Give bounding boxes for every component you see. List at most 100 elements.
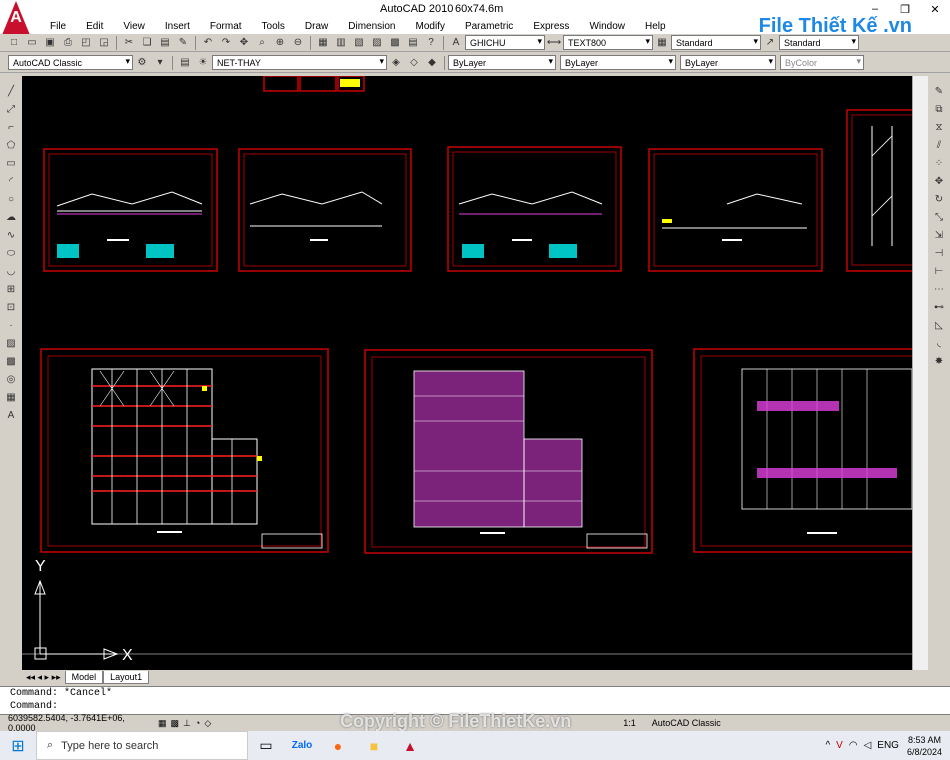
properties-icon[interactable]: ▦: [315, 35, 331, 51]
multileader-style-select[interactable]: Standard: [779, 35, 859, 50]
pan-icon[interactable]: ✥: [236, 35, 252, 51]
ellipse-icon[interactable]: ⬭: [3, 245, 19, 261]
offset-icon[interactable]: ⫽: [931, 137, 947, 153]
text-style-icon[interactable]: A: [448, 35, 464, 51]
multileader-style-icon[interactable]: ↗: [762, 35, 778, 51]
dim-style-icon[interactable]: ⟷: [546, 35, 562, 51]
close-button[interactable]: ✕: [920, 0, 950, 18]
layer-manager-icon[interactable]: ▤: [177, 55, 193, 71]
new-file-icon[interactable]: □: [6, 35, 22, 51]
table-icon[interactable]: ▦: [3, 389, 19, 405]
zoom-window-icon[interactable]: ⊕: [272, 35, 288, 51]
taskbar-search[interactable]: ⌕ Type here to search: [36, 731, 248, 760]
undo-icon[interactable]: ↶: [200, 35, 216, 51]
tab-model[interactable]: Model: [64, 670, 104, 684]
grid-icon[interactable]: ▩: [171, 718, 180, 729]
tool-palettes-icon[interactable]: ▧: [351, 35, 367, 51]
firefox-icon[interactable]: ●: [320, 731, 356, 760]
erase-icon[interactable]: ✎: [931, 83, 947, 99]
region-icon[interactable]: ◎: [3, 371, 19, 387]
layer-select[interactable]: NET-THAY: [212, 55, 387, 70]
preview-icon[interactable]: ◰: [78, 35, 94, 51]
arc-icon[interactable]: ◜: [3, 173, 19, 189]
tab-layout1[interactable]: Layout1: [103, 670, 150, 684]
dim-style-select[interactable]: TEXT800: [563, 35, 653, 50]
menu-window[interactable]: Window: [579, 21, 635, 32]
rotate-icon[interactable]: ↻: [931, 191, 947, 207]
move-icon[interactable]: ✥: [931, 173, 947, 189]
chamfer-icon[interactable]: ◺: [931, 317, 947, 333]
calculator-icon[interactable]: ▤: [405, 35, 421, 51]
spline-icon[interactable]: ∿: [3, 227, 19, 243]
polyline-icon[interactable]: ⌐: [3, 119, 19, 135]
autocad-taskbar-icon[interactable]: ▲: [392, 731, 428, 760]
workspace-status[interactable]: AutoCAD Classic: [652, 718, 721, 728]
line-icon[interactable]: ╱: [3, 83, 19, 99]
drawing-canvas[interactable]: Y X: [22, 76, 912, 670]
zalo-icon[interactable]: Zalo: [284, 731, 320, 760]
open-file-icon[interactable]: ▭: [24, 35, 40, 51]
tab-nav-icon[interactable]: ◂◂ ◂ ▸ ▸▸: [22, 672, 65, 683]
menu-file[interactable]: File: [40, 21, 76, 32]
menu-view[interactable]: View: [113, 21, 155, 32]
menu-edit[interactable]: Edit: [76, 21, 113, 32]
menu-parametric[interactable]: Parametric: [455, 21, 523, 32]
publish-icon[interactable]: ◲: [96, 35, 112, 51]
markup-icon[interactable]: ▩: [387, 35, 403, 51]
taskbar-clock[interactable]: 8:53 AM 6/8/2024: [907, 734, 942, 758]
workspace-settings-icon[interactable]: ⚙: [134, 55, 150, 71]
plotstyle-select[interactable]: ByColor: [780, 55, 864, 70]
file-explorer-icon[interactable]: ■: [356, 731, 392, 760]
copy-object-icon[interactable]: ⧉: [931, 101, 947, 117]
customize-icon[interactable]: ▾: [152, 55, 168, 71]
cut-icon[interactable]: ✂: [121, 35, 137, 51]
trim-icon[interactable]: ⊣: [931, 245, 947, 261]
layer-previous-icon[interactable]: ◇: [406, 55, 422, 71]
make-current-layer-icon[interactable]: ◈: [388, 55, 404, 71]
task-view-icon[interactable]: ▭: [248, 731, 284, 760]
save-icon[interactable]: ▣: [42, 35, 58, 51]
fillet-icon[interactable]: ◟: [931, 335, 947, 351]
volume-icon[interactable]: ◁: [864, 740, 872, 751]
language-indicator[interactable]: ENG: [877, 740, 899, 751]
make-block-icon[interactable]: ⊡: [3, 299, 19, 315]
menu-insert[interactable]: Insert: [155, 21, 200, 32]
break-icon[interactable]: ⋯: [931, 281, 947, 297]
design-center-icon[interactable]: ▥: [333, 35, 349, 51]
menu-tools[interactable]: Tools: [252, 21, 295, 32]
stretch-icon[interactable]: ⇲: [931, 227, 947, 243]
menu-format[interactable]: Format: [200, 21, 252, 32]
extend-icon[interactable]: ⊢: [931, 263, 947, 279]
point-icon[interactable]: ·: [3, 317, 19, 333]
paste-icon[interactable]: ▤: [157, 35, 173, 51]
vivaldi-icon[interactable]: V: [836, 740, 843, 751]
table-style-select[interactable]: Standard: [671, 35, 761, 50]
lineweight-select[interactable]: ByLayer: [680, 55, 776, 70]
sheet-set-icon[interactable]: ▨: [369, 35, 385, 51]
array-icon[interactable]: ⁘: [931, 155, 947, 171]
scale-icon[interactable]: ⤡: [931, 209, 947, 225]
table-style-icon[interactable]: ▦: [654, 35, 670, 51]
circle-icon[interactable]: ○: [3, 191, 19, 207]
linetype-select[interactable]: ByLayer: [560, 55, 676, 70]
ellipse-arc-icon[interactable]: ◡: [3, 263, 19, 279]
layer-state-icon[interactable]: ◆: [424, 55, 440, 71]
copy-icon[interactable]: ❏: [139, 35, 155, 51]
mirror-icon[interactable]: ⧖: [931, 119, 947, 135]
join-icon[interactable]: ⊷: [931, 299, 947, 315]
tray-chevron-icon[interactable]: ^: [825, 740, 830, 751]
rectangle-icon[interactable]: ▭: [3, 155, 19, 171]
construction-line-icon[interactable]: ⤢: [3, 101, 19, 117]
osnap-icon[interactable]: ◇: [204, 718, 211, 729]
vertical-scrollbar[interactable]: [912, 76, 928, 670]
multiline-text-icon[interactable]: A: [3, 407, 19, 423]
zoom-icon[interactable]: ⌕: [254, 35, 270, 51]
command-window[interactable]: Command: *Cancel* Command:: [0, 686, 950, 714]
explode-icon[interactable]: ✸: [931, 353, 947, 369]
print-icon[interactable]: ⎙: [60, 35, 76, 51]
polygon-icon[interactable]: ⬠: [3, 137, 19, 153]
zoom-previous-icon[interactable]: ⊖: [290, 35, 306, 51]
annotation-scale[interactable]: 1:1: [623, 718, 636, 728]
menu-modify[interactable]: Modify: [406, 21, 455, 32]
windows-start-icon[interactable]: ⊞: [0, 731, 36, 760]
